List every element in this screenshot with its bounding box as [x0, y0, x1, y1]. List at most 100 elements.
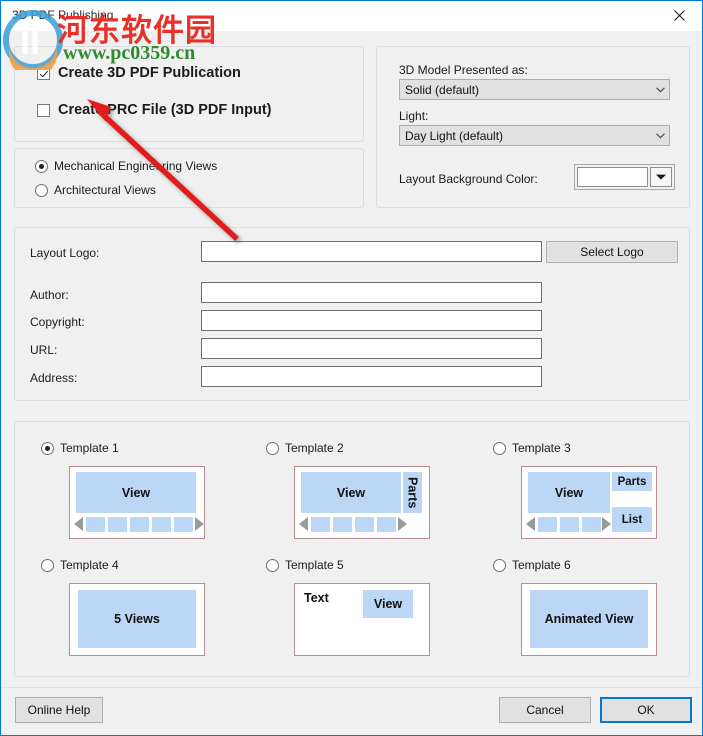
template-4-radio-row[interactable]: Template 4	[41, 558, 119, 572]
chevron-down-icon	[651, 132, 669, 139]
checkbox-create-prc-box[interactable]	[37, 103, 50, 117]
select-logo-button[interactable]: Select Logo	[546, 241, 678, 263]
chevron-down-icon	[651, 86, 669, 93]
author-input[interactable]	[201, 282, 542, 303]
template-3-radio-row[interactable]: Template 3	[493, 441, 571, 455]
template-2-preview[interactable]: View Parts	[294, 466, 430, 539]
light-label: Light:	[399, 109, 429, 123]
thumbnail	[152, 517, 171, 532]
checkbox-create-prc-label: Create PRC File (3D PDF Input)	[58, 102, 272, 118]
template-3-parts-pane: Parts	[612, 472, 652, 491]
template-3[interactable]: Template 3 View Parts List	[493, 441, 657, 551]
next-arrow-icon	[398, 517, 407, 531]
template-5-preview[interactable]: Text View	[294, 583, 430, 656]
checkbox-create-prc[interactable]: Create PRC File (3D PDF Input)	[37, 102, 272, 118]
address-label: Address:	[30, 371, 78, 385]
radio-mechanical-engineering-views[interactable]: Mechanical Engineering Views	[35, 159, 217, 173]
light-select[interactable]: Day Light (default)	[399, 125, 670, 146]
template-selection-group: Template 1 View Template 2 View Parts Te…	[14, 421, 690, 677]
template-6-preview[interactable]: Animated View	[521, 583, 657, 656]
template-2-radio-row[interactable]: Template 2	[266, 441, 344, 455]
dialog-3d-pdf-publishing: 3D PDF Publishing 河东软件园 www.pc0359.cn Cr…	[0, 0, 703, 736]
template-3-preview[interactable]: View Parts List	[521, 466, 657, 539]
template-4-label: Template 4	[60, 558, 119, 572]
thumbnail	[108, 517, 127, 532]
template-3-label: Template 3	[512, 441, 571, 455]
template-1-radio-row[interactable]: Template 1	[41, 441, 119, 455]
online-help-button[interactable]: Online Help	[15, 697, 103, 723]
light-value: Day Light (default)	[405, 128, 504, 143]
template-1[interactable]: Template 1 View	[41, 441, 205, 551]
template-3-list-pane: List	[612, 507, 652, 532]
copyright-input[interactable]	[201, 310, 542, 331]
radio-template-1[interactable]	[41, 441, 54, 455]
ok-button[interactable]: OK	[600, 697, 692, 723]
radio-mechanical-engineering-views-label: Mechanical Engineering Views	[54, 159, 218, 173]
template-5-label: Template 5	[285, 558, 344, 572]
template-6-view-pane: Animated View	[530, 590, 648, 648]
footer-bar: Online Help Cancel OK	[1, 687, 702, 735]
address-input[interactable]	[201, 366, 542, 387]
model-presented-as-value: Solid (default)	[405, 82, 480, 97]
template-4-preview[interactable]: 5 Views	[69, 583, 205, 656]
next-arrow-icon	[602, 517, 611, 531]
template-5-text-label: Text	[304, 591, 329, 605]
checkbox-create-3d-pdf-box[interactable]	[37, 66, 50, 80]
template-2-view-pane: View	[301, 472, 401, 513]
model-presented-as-label: 3D Model Presented as:	[399, 63, 528, 77]
template-5[interactable]: Template 5 Text View	[266, 558, 430, 668]
template-6-radio-row[interactable]: Template 6	[493, 558, 571, 572]
template-5-radio-row[interactable]: Template 5	[266, 558, 344, 572]
thumbnail	[560, 517, 579, 532]
document-metadata-group: Layout Logo: Select Logo Author: Copyrig…	[14, 227, 690, 401]
radio-architectural-views-label: Architectural Views	[54, 183, 156, 197]
radio-template-2[interactable]	[266, 441, 279, 455]
thumbnail	[377, 517, 396, 532]
radio-template-6[interactable]	[493, 558, 506, 572]
template-2-parts-pane: Parts	[403, 472, 422, 513]
template-1-preview[interactable]: View	[69, 466, 205, 539]
layout-background-color-picker[interactable]	[574, 164, 675, 190]
checkbox-create-3d-pdf-label: Create 3D PDF Publication	[58, 65, 241, 81]
prev-arrow-icon	[299, 517, 308, 531]
template-4-view-pane: 5 Views	[78, 590, 196, 648]
template-2[interactable]: Template 2 View Parts	[266, 441, 430, 551]
next-arrow-icon	[195, 517, 204, 531]
radio-template-3[interactable]	[493, 441, 506, 455]
layout-background-color-label: Layout Background Color:	[399, 172, 538, 186]
author-label: Author:	[30, 288, 69, 302]
radio-mechanical-engineering-views-dot[interactable]	[35, 159, 48, 173]
thumbnail	[130, 517, 149, 532]
model-presented-as-select[interactable]: Solid (default)	[399, 79, 670, 100]
prev-arrow-icon	[526, 517, 535, 531]
thumbnail	[333, 517, 352, 532]
template-4[interactable]: Template 4 5 Views	[41, 558, 205, 668]
radio-architectural-views-dot[interactable]	[35, 183, 48, 197]
copyright-label: Copyright:	[30, 315, 85, 329]
thumbnail	[174, 517, 193, 532]
layout-logo-input[interactable]	[201, 241, 542, 262]
template-6[interactable]: Template 6 Animated View	[493, 558, 657, 668]
radio-template-4[interactable]	[41, 558, 54, 572]
checkbox-create-3d-pdf[interactable]: Create 3D PDF Publication	[37, 65, 241, 81]
window-title: 3D PDF Publishing	[12, 8, 114, 22]
thumbnail	[582, 517, 601, 532]
radio-template-5[interactable]	[266, 558, 279, 572]
view-type-group: Mechanical Engineering Views Architectur…	[14, 148, 364, 208]
template-5-view-pane: View	[363, 590, 413, 618]
thumbnail	[311, 517, 330, 532]
color-dropdown-arrow-icon[interactable]	[650, 167, 672, 187]
color-swatch-wrap	[577, 167, 649, 187]
thumbnail	[355, 517, 374, 532]
template-3-view-pane: View	[528, 472, 610, 513]
template-2-label: Template 2	[285, 441, 344, 455]
url-input[interactable]	[201, 338, 542, 359]
cancel-button[interactable]: Cancel	[499, 697, 591, 723]
radio-architectural-views[interactable]: Architectural Views	[35, 183, 156, 197]
create-options-group: Create 3D PDF Publication Create PRC Fil…	[14, 46, 364, 142]
template-6-label: Template 6	[512, 558, 571, 572]
thumbnail	[86, 517, 105, 532]
template-1-view-pane: View	[76, 472, 196, 513]
close-icon[interactable]	[656, 1, 702, 30]
url-label: URL:	[30, 343, 58, 357]
